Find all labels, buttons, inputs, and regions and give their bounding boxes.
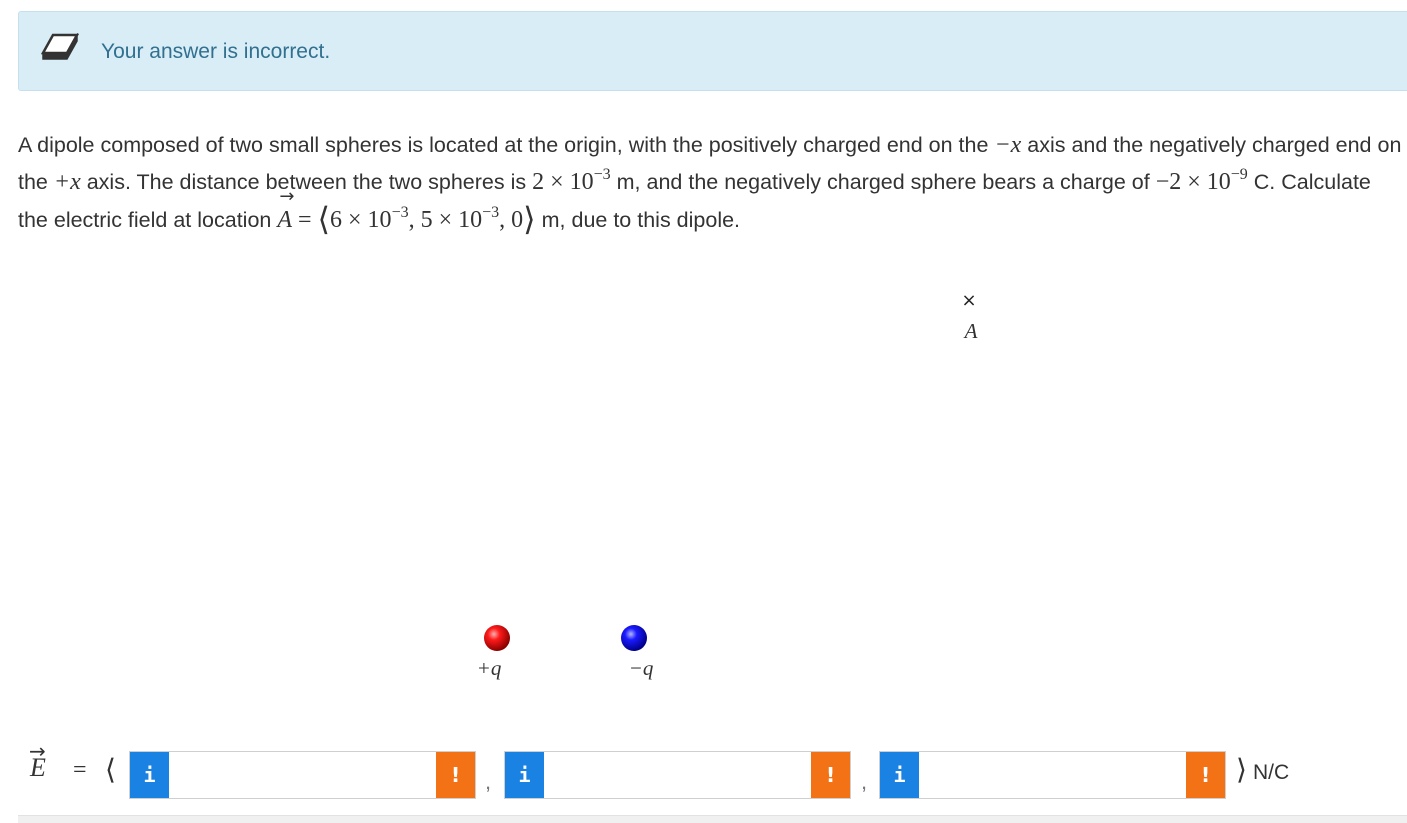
separator-comma: ,: [861, 769, 868, 794]
answer-input-x[interactable]: [170, 752, 435, 798]
eraser-icon: [41, 33, 79, 60]
positive-charge-label: +q: [477, 656, 502, 680]
answer-equals: =: [73, 757, 87, 783]
feedback-banner: Your answer is incorrect.: [18, 11, 1407, 91]
answer-input-z[interactable]: [920, 752, 1185, 798]
location-vector: → A: [277, 186, 295, 234]
open-angle-bracket: ⟨: [105, 753, 116, 786]
separator-comma: ,: [485, 769, 492, 794]
info-icon[interactable]: i: [130, 752, 169, 798]
pos-x-axis: +x: [53, 169, 81, 195]
info-icon[interactable]: i: [505, 752, 544, 798]
answer-row: → E = ⟨ i ! , i ! , i ! ⟩ N/C: [0, 739, 1407, 805]
charge-value: −2 × 10: [1155, 169, 1231, 195]
info-icon[interactable]: i: [880, 752, 919, 798]
error-icon[interactable]: !: [811, 752, 850, 798]
answer-unit: N/C: [1253, 761, 1290, 784]
feedback-message: Your answer is incorrect.: [101, 40, 331, 63]
negative-charge-sphere: [621, 625, 647, 651]
point-a-label: A: [963, 319, 978, 343]
distance-value: 2 × 10: [532, 169, 594, 195]
negative-charge-label: −q: [629, 656, 654, 680]
question-text: A dipole composed of two small spheres i…: [18, 132, 1402, 238]
answer-field-z[interactable]: i !: [879, 751, 1226, 799]
answer-variable: E: [30, 753, 46, 782]
close-angle-bracket: ⟩: [1236, 753, 1247, 786]
answer-input-y[interactable]: [545, 752, 810, 798]
answer-field-y[interactable]: i !: [504, 751, 851, 799]
positive-charge-sphere: [484, 625, 510, 651]
dipole-diagram: × A +q −q: [477, 290, 978, 680]
error-icon[interactable]: !: [1186, 752, 1225, 798]
answer-field-x[interactable]: i !: [129, 751, 476, 799]
neg-x-axis: −x: [994, 132, 1022, 158]
error-icon[interactable]: !: [436, 752, 475, 798]
point-a-marker: ×: [961, 290, 976, 311]
